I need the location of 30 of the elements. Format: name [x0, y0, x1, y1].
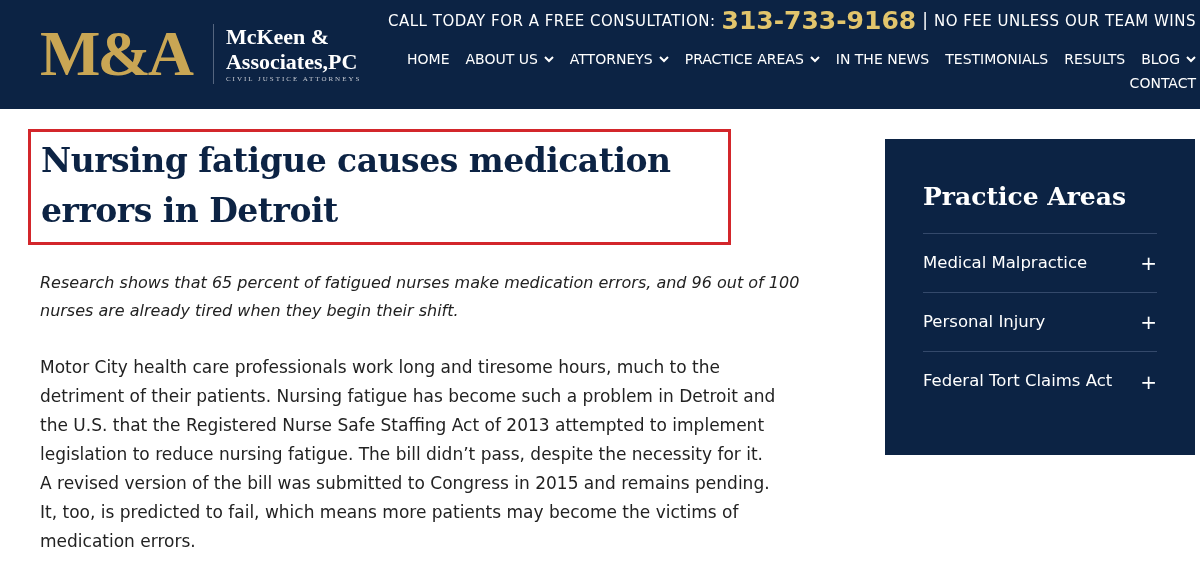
sidebar-link[interactable]: Federal Tort Claims Act	[923, 369, 1113, 394]
logo-monogram[interactable]: M&A	[38, 22, 201, 86]
logo-name: McKeen &	[225, 24, 331, 49]
chevron-down-icon	[809, 55, 820, 63]
expand-toggle[interactable]: +	[1140, 366, 1157, 397]
sidebar-link[interactable]: Personal Injury	[923, 309, 1046, 335]
chevron-down-icon	[1186, 55, 1196, 63]
separator-text: |	[922, 9, 928, 33]
chevron-down-icon	[543, 55, 554, 63]
nav-link[interactable]: BLOG	[1141, 48, 1196, 70]
expand-toggle[interactable]: +	[1140, 307, 1157, 337]
nav-link[interactable]: RESULTS	[1064, 48, 1126, 70]
nav-link[interactable]: ABOUT US	[465, 48, 554, 70]
nav-link[interactable]: CONTACT	[1129, 72, 1196, 94]
article-title: Nursing fatigue causes medication errors in Detroit	[41, 140, 672, 232]
expand-toggle[interactable]: +	[1140, 248, 1157, 278]
nav-link[interactable]: ATTORNEYS	[569, 48, 669, 70]
chevron-down-icon	[658, 55, 669, 63]
article-paragraph: Motor City health care professionals work long and tiresome hours, much to the detriment of their patients. Nursing fatigue has become such a problem in Detroit and the U.S. that the Registered Nurse Safe Staffing Act of 2013 attempted to implement legislation to reduce nursing fatigue. The bill didn’t pass, despite the necessity for it. A revised version of the bill was submitted to Congress in 2015 and remains pending. It, too, is predicted to fail, which means more patients may become the victims of medication errors.	[40, 356, 777, 553]
nav-link[interactable]: TESTIMONIALS	[945, 48, 1049, 70]
consultation-text: CALL TODAY FOR A FREE CONSULTATION:	[388, 10, 716, 32]
article-intro: Research shows that 65 percent of fatigued nurses make medication errors, and 96 out of 100 nurses are already tired when they begin their shift.	[39, 272, 801, 322]
nav-link[interactable]: IN THE NEWS	[835, 48, 930, 70]
nav-link[interactable]: PRACTICE AREAS	[684, 48, 820, 70]
fee-text: NO FEE UNLESS OUR TEAM WINS	[933, 10, 1196, 32]
logo-name: Associates,PC	[225, 49, 359, 74]
sidebar-link[interactable]: Medical Malpractice	[923, 250, 1088, 276]
sidebar-title: Practice Areas	[923, 177, 1157, 234]
nav-link[interactable]: HOME	[407, 48, 450, 70]
phone-link[interactable]: 313-733-9168	[721, 2, 917, 40]
